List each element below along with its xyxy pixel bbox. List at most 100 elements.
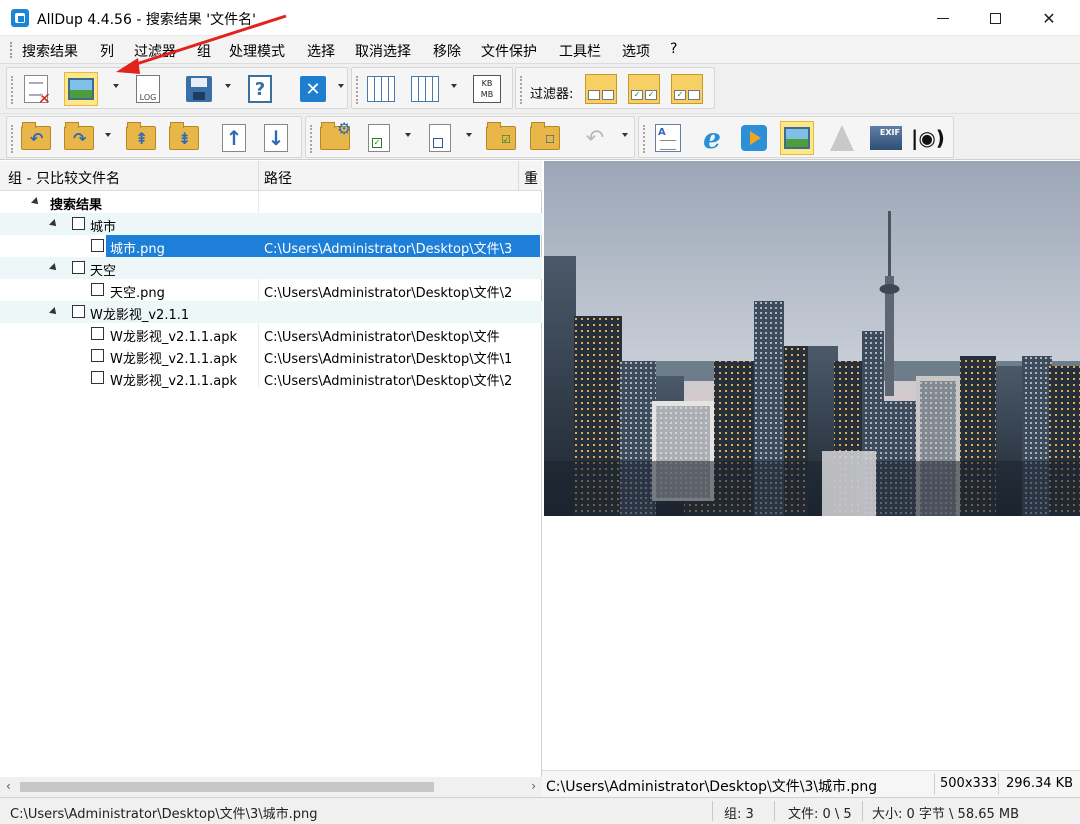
- group-row[interactable]: 城市: [0, 213, 542, 235]
- help-button[interactable]: ?: [243, 72, 277, 106]
- maximize-button[interactable]: [968, 0, 1022, 36]
- folder-settings-button[interactable]: ⚙: [318, 119, 352, 155]
- web-preview-button[interactable]: e: [695, 121, 729, 155]
- menu-select[interactable]: 选择: [307, 41, 335, 61]
- file-row[interactable]: W龙影视_v2.1.1.apk C:\Users\Administrator\D…: [0, 345, 542, 367]
- scroll-right-icon[interactable]: ›: [531, 779, 536, 793]
- menu-columns[interactable]: 列: [100, 41, 114, 61]
- columns-button[interactable]: [364, 72, 398, 106]
- toolbar-grip[interactable]: [520, 76, 522, 104]
- menu-group[interactable]: 组: [197, 41, 211, 61]
- chevron-down-icon[interactable]: [466, 133, 472, 137]
- filter-partial-button[interactable]: ✓: [670, 72, 704, 106]
- column-width-button[interactable]: [408, 72, 442, 106]
- last-group-button[interactable]: ⇟: [167, 121, 201, 155]
- move-up-button[interactable]: ↑: [217, 121, 251, 155]
- column-divider[interactable]: [518, 161, 519, 191]
- status-size: 大小: 0 字节 \ 58.65 MB: [872, 807, 1020, 822]
- chevron-down-icon[interactable]: [622, 133, 628, 137]
- group-checkbox[interactable]: [72, 305, 85, 318]
- collapse-icon[interactable]: [49, 307, 59, 317]
- group-checkbox[interactable]: [72, 261, 85, 274]
- log-button[interactable]: LOG: [131, 72, 165, 106]
- move-down-button[interactable]: ↓: [259, 121, 293, 155]
- menu-remove[interactable]: 移除: [433, 41, 461, 61]
- menu-options[interactable]: 选项: [622, 41, 650, 61]
- menu-filter[interactable]: 过滤器: [134, 41, 176, 61]
- column-divider[interactable]: [258, 161, 259, 191]
- previous-group-button[interactable]: ↶: [19, 121, 53, 155]
- toolbar-grip[interactable]: [356, 76, 358, 104]
- chevron-down-icon[interactable]: [451, 84, 457, 88]
- menu-help[interactable]: ?: [670, 41, 677, 57]
- group-name: 天空: [90, 264, 117, 279]
- next-group-button[interactable]: ↷: [62, 121, 96, 155]
- toolbar-grip[interactable]: [11, 76, 13, 104]
- file-row[interactable]: 城市.png C:\Users\Administrator\Desktop\文件…: [0, 235, 542, 257]
- select-folder-button[interactable]: ☑: [484, 121, 518, 155]
- status-files: 文件: 0 \ 5: [788, 807, 852, 822]
- chevron-down-icon[interactable]: [405, 133, 411, 137]
- file-checkbox[interactable]: [91, 239, 104, 252]
- chevron-down-icon[interactable]: [105, 133, 111, 137]
- toolbar-grip[interactable]: [310, 125, 312, 153]
- file-name: W龙影视_v2.1.1.apk: [110, 352, 238, 367]
- group-row[interactable]: W龙影视_v2.1.1: [0, 301, 542, 323]
- scroll-left-icon[interactable]: ‹: [6, 779, 11, 793]
- preview-path: C:\Users\Administrator\Desktop\文件\3\城市.p…: [546, 779, 878, 795]
- file-checkbox[interactable]: [91, 349, 104, 362]
- column-path[interactable]: 路径: [264, 168, 292, 188]
- filter-none-button[interactable]: [584, 72, 618, 106]
- image-viewer-button[interactable]: [780, 121, 814, 155]
- select-file-button[interactable]: ✓: [362, 121, 396, 155]
- file-checkbox[interactable]: [91, 283, 104, 296]
- menu-deselect[interactable]: 取消选择: [355, 41, 411, 61]
- exif-button[interactable]: EXIF: [869, 121, 903, 155]
- file-checkbox[interactable]: [91, 327, 104, 340]
- group-checkbox[interactable]: [72, 217, 85, 230]
- toolbar-grip[interactable]: [643, 125, 645, 153]
- collapse-icon[interactable]: [49, 263, 59, 273]
- city-skyline-image: [544, 161, 1080, 516]
- vlc-preview-button[interactable]: [825, 121, 859, 155]
- undo-button[interactable]: ↶: [578, 121, 612, 155]
- first-group-button[interactable]: ⇞: [124, 121, 158, 155]
- file-checkbox[interactable]: [91, 371, 104, 384]
- group-row[interactable]: 天空: [0, 257, 542, 279]
- audio-preview-button[interactable]: |◉): [911, 121, 945, 155]
- minimize-icon: [937, 17, 949, 19]
- file-row[interactable]: 天空.png C:\Users\Administrator\Desktop\文件…: [0, 279, 542, 301]
- save-button[interactable]: [182, 72, 216, 106]
- preview-info-bar: C:\Users\Administrator\Desktop\文件\3\城市.p…: [542, 770, 1080, 797]
- text-preview-button[interactable]: [651, 121, 685, 155]
- menu-toolbars[interactable]: 工具栏: [559, 41, 601, 61]
- scrollbar-thumb[interactable]: [20, 782, 434, 792]
- chevron-down-icon[interactable]: [225, 84, 231, 88]
- tree-root-row[interactable]: 搜索结果: [0, 191, 542, 213]
- collapse-icon[interactable]: [31, 197, 41, 207]
- chevron-down-icon[interactable]: [338, 84, 344, 88]
- collapse-icon[interactable]: [49, 219, 59, 229]
- file-row[interactable]: W龙影视_v2.1.1.apk C:\Users\Administrator\D…: [0, 323, 542, 345]
- horizontal-scrollbar[interactable]: ‹ ›: [0, 777, 542, 797]
- column-name[interactable]: 组 - 只比较文件名: [8, 168, 120, 188]
- menu-search-results[interactable]: 搜索结果: [22, 41, 78, 61]
- close-results-button[interactable]: ✕: [19, 72, 53, 107]
- file-row[interactable]: W龙影视_v2.1.1.apk C:\Users\Administrator\D…: [0, 367, 542, 389]
- menu-grip[interactable]: [10, 42, 12, 58]
- size-unit-button[interactable]: KB MB: [470, 72, 504, 106]
- menu-bar: 搜索结果 列 过滤器 组 处理模式 选择 取消选择 移除 文件保护 工具栏 选项…: [0, 36, 1080, 64]
- remove-button[interactable]: ✕: [296, 72, 330, 106]
- deselect-folder-button[interactable]: ☐: [528, 121, 562, 155]
- image-preview-button[interactable]: [64, 72, 98, 106]
- column-duplicate[interactable]: 重: [524, 168, 538, 188]
- menu-process-mode[interactable]: 处理模式: [229, 41, 285, 61]
- minimize-button[interactable]: [916, 0, 970, 36]
- toolbar-grip[interactable]: [11, 125, 13, 153]
- deselect-file-button[interactable]: [423, 121, 457, 155]
- chevron-down-icon[interactable]: [113, 84, 119, 88]
- filter-checked-button[interactable]: ✓ ✓: [627, 72, 661, 106]
- media-preview-button[interactable]: [737, 121, 771, 155]
- close-button[interactable]: ✕: [1022, 0, 1076, 36]
- menu-file-protection[interactable]: 文件保护: [481, 41, 537, 61]
